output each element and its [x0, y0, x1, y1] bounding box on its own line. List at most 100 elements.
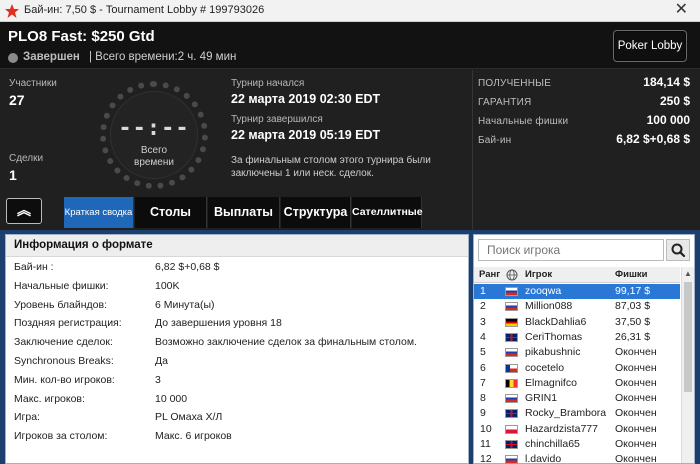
player-rank: 12 — [480, 453, 492, 464]
search-button[interactable] — [666, 239, 690, 261]
player-prize: 37,50 $ — [615, 315, 651, 328]
format-key: Макс. игроков: — [14, 392, 85, 405]
deals-label: Сделки — [9, 153, 44, 164]
format-value: 6 Минута(ы) — [155, 298, 215, 311]
player-name: chinchilla65 — [525, 438, 580, 450]
tournament-status: Завершен — [23, 51, 80, 63]
tournament-name: PLO8 Fast: $250 Gtd — [8, 28, 155, 45]
flag-ru-icon — [505, 302, 518, 312]
player-prize: Окончен — [615, 346, 657, 359]
tab-structure[interactable]: Структура — [281, 197, 351, 228]
player-rank: 7 — [480, 376, 486, 389]
format-key: Бай-ин : — [14, 261, 54, 273]
format-value: Да — [155, 355, 168, 367]
format-row: Уровень блайндов: 6 Минута(ы) — [6, 297, 468, 315]
format-row: Макс. игроков: 10 000 — [6, 391, 468, 409]
tab-satellites[interactable]: Сателлитные — [352, 197, 423, 228]
received-label: ПОЛУЧЕННЫЕ — [478, 78, 552, 89]
participants-label: Участники — [9, 78, 57, 89]
participants-value: 27 — [9, 92, 25, 108]
player-rank: 10 — [480, 422, 492, 435]
format-value: 3 — [155, 373, 161, 386]
player-prize: Окончен — [615, 392, 657, 405]
player-row[interactable]: 6 cocetelo Окончен — [474, 361, 680, 376]
format-key: Игра: — [14, 411, 40, 424]
format-key: Synchronous Breaks: — [14, 355, 114, 367]
tab-tables[interactable]: Столы — [135, 197, 207, 228]
player-prize: 26,31 $ — [615, 330, 651, 343]
player-rank: 2 — [480, 300, 486, 313]
flag-ru-icon — [505, 394, 518, 404]
player-name: Hazardzista777 — [525, 422, 598, 435]
tournament-header: PLO8 Fast: $250 Gtd Завершен | Всего вре… — [0, 22, 700, 69]
flag-de-icon — [505, 317, 518, 327]
scroll-thumb[interactable] — [684, 282, 692, 392]
players-scrollbar[interactable]: ▲ — [681, 267, 694, 463]
format-key: Уровень блайндов: — [14, 298, 107, 311]
format-row: Игра: PL Омаха Х/Л — [6, 409, 468, 427]
player-prize: Окончен — [615, 361, 657, 374]
flag-gb-icon — [505, 409, 518, 419]
chips-column-header[interactable]: Фишки — [615, 269, 647, 280]
finished-value: 22 марта 2019 05:19 EDT — [231, 128, 381, 142]
player-prize: Окончен — [615, 453, 657, 464]
player-row[interactable]: 3 BlackDahlia6 37,50 $ — [474, 315, 680, 330]
player-name: GRIN1 — [525, 392, 558, 405]
started-value: 22 марта 2019 02:30 EDT — [231, 92, 381, 106]
poker-lobby-button[interactable]: Poker Lobby — [613, 30, 687, 62]
player-name: Rocky_Brambora — [525, 407, 607, 420]
globe-icon[interactable] — [506, 269, 518, 281]
player-row[interactable]: 11 chinchilla65 Окончен — [474, 437, 680, 452]
player-name: cocetelo — [525, 361, 565, 374]
started-label: Турнир начался — [231, 78, 305, 89]
collapse-button[interactable]: ︽ — [6, 198, 42, 224]
player-row[interactable]: 1 zooqwa 99,17 $ — [474, 284, 680, 299]
vertical-divider — [472, 70, 473, 230]
tournament-lobby-window: Бай-ин: 7,50 $ - Tournament Lobby # 1997… — [0, 0, 700, 464]
player-search-input[interactable] — [478, 239, 664, 261]
title-bar: Бай-ин: 7,50 $ - Tournament Lobby # 1997… — [0, 0, 700, 22]
format-row: Начальные фишки: 100K — [6, 278, 468, 296]
starting-chips-label: Начальные фишки — [478, 116, 569, 127]
format-row: Мин. кол-во игроков: 3 — [6, 372, 468, 390]
total-time: | Всего времени:2 ч. 49 мин — [89, 51, 237, 63]
player-row[interactable]: 12 l.davido Окончен — [474, 452, 680, 464]
player-name: zooqwa — [525, 285, 562, 297]
player-row[interactable]: 4 CeriThomas 26,31 $ — [474, 330, 680, 345]
clock-digits: --:-- — [118, 116, 190, 141]
player-rank: 8 — [480, 392, 486, 405]
player-row[interactable]: 10 Hazardzista777 Окончен — [474, 422, 680, 437]
clock-label-line-1: Всего — [140, 145, 168, 156]
scroll-up-icon[interactable]: ▲ — [682, 267, 694, 280]
player-prize: Окончен — [615, 376, 657, 389]
format-value: Возможно заключение сделок за финальным … — [155, 336, 417, 349]
finished-label: Турнир завершился — [231, 114, 323, 125]
format-value: 100K — [155, 279, 180, 292]
player-name: CeriThomas — [525, 330, 583, 343]
player-row[interactable]: 9 Rocky_Brambora Окончен — [474, 406, 680, 421]
format-key: Игроков за столом: — [14, 430, 108, 443]
player-row[interactable]: 5 pikabushnic Окончен — [474, 345, 680, 360]
player-rank: 4 — [480, 330, 486, 343]
format-info-header: Информация о формате — [6, 235, 468, 257]
close-icon[interactable]: ✕ — [675, 1, 688, 19]
received-value: 184,14 $ — [643, 75, 690, 89]
player-row[interactable]: 7 Elmagnifco Окончен — [474, 376, 680, 391]
player-row[interactable]: 2 Million088 87,03 $ — [474, 299, 680, 314]
format-key: Поздняя регистрация: — [14, 317, 122, 330]
player-column-header[interactable]: Игрок — [525, 269, 552, 280]
rank-column-header[interactable]: Ранг — [479, 269, 500, 280]
format-row: Synchronous Breaks: Да — [6, 353, 468, 371]
format-row: Игроков за столом: Макс. 6 игроков — [6, 428, 468, 446]
tab-payouts[interactable]: Выплаты — [208, 197, 280, 228]
format-key: Заключение сделок: — [14, 336, 113, 349]
clock-label: Всего времени — [110, 145, 198, 169]
player-rank: 6 — [480, 361, 486, 374]
player-rank: 3 — [480, 315, 486, 328]
flag-ru-icon — [505, 348, 518, 358]
format-value: PL Омаха Х/Л — [155, 411, 223, 424]
player-row[interactable]: 8 GRIN1 Окончен — [474, 391, 680, 406]
tab-summary[interactable]: Краткая сводка — [64, 197, 134, 228]
format-value: 10 000 — [155, 392, 188, 405]
players-panel: Ранг Игрок Фишки 1 zooqwa 99,17 $ 2 Million0… — [473, 234, 695, 464]
